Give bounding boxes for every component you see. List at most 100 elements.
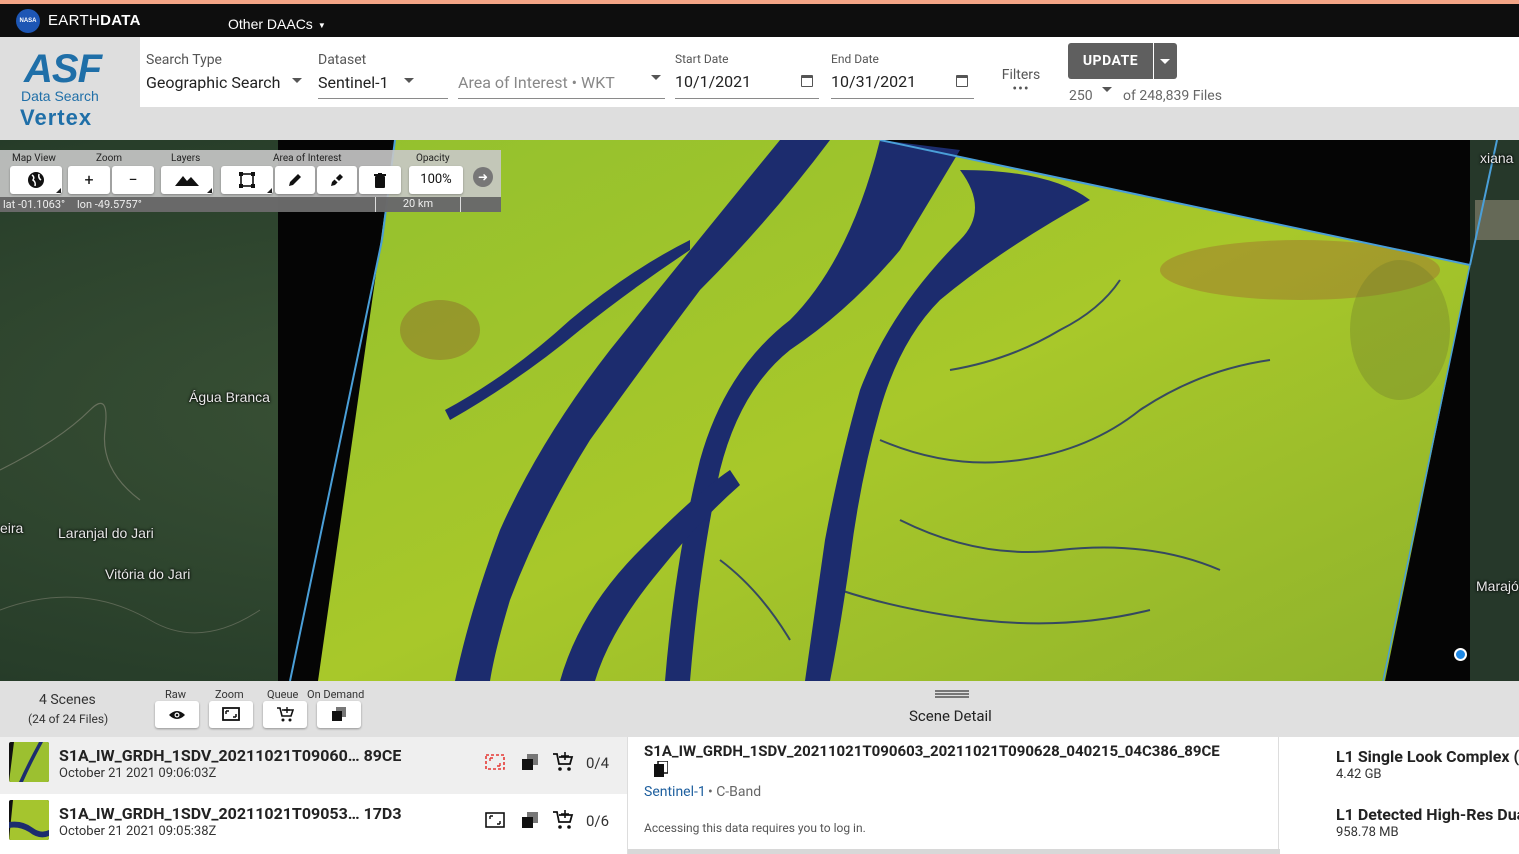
earthdata-title-plain: EARTH: [48, 12, 101, 29]
edit-off-icon: [329, 173, 345, 188]
zoom-out-button[interactable]: −: [112, 166, 154, 194]
asf-logo[interactable]: ASF Data Search Vertex: [0, 37, 140, 140]
caret-down-icon: ▼: [317, 20, 326, 30]
field-underline: [318, 98, 448, 99]
search-form: Search Type Geographic Search Dataset Se…: [140, 37, 1519, 107]
scene-count: 4 Scenes: [39, 692, 96, 708]
map-label-partial: xiana: [1480, 150, 1514, 166]
aoi-clear-edit-button[interactable]: [317, 166, 357, 194]
search-type-label: Search Type: [146, 52, 222, 68]
more-dots-icon: •••: [1012, 81, 1030, 97]
fit-bounds-icon: [222, 707, 240, 721]
queue-label: Queue: [267, 688, 299, 701]
on-demand-button[interactable]: [317, 701, 361, 728]
zoom-to-scene-icon[interactable]: [484, 809, 506, 831]
cart-add-icon: [277, 707, 295, 722]
eye-icon: [169, 711, 185, 719]
add-to-cart-icon[interactable]: [552, 809, 574, 831]
end-date-value: 10/31/2021: [831, 72, 917, 91]
raw-view-button[interactable]: [155, 701, 199, 728]
map-scale-bar: 20 km: [375, 197, 461, 212]
file-count: (24 of 24 Files): [28, 712, 109, 726]
trash-icon: [374, 173, 386, 188]
map-label-vitoria-do-jari: Vitória do Jari: [105, 566, 191, 582]
aoi-delete-button[interactable]: [359, 166, 401, 194]
start-date-label: Start Date: [675, 52, 729, 66]
copy-icon[interactable]: [654, 761, 668, 777]
scene-date: October 21 2021 09:05:38Z: [59, 824, 217, 839]
scene-detail-title: Scene Detail: [909, 707, 992, 725]
dropdown-arrow-icon: [651, 75, 661, 80]
update-options-dropdown[interactable]: [1154, 43, 1177, 79]
scene-thumbnail: [9, 742, 49, 782]
on-demand-scene-icon[interactable]: [519, 751, 541, 773]
scene-detail-header: Scene Detail: [627, 681, 1519, 737]
aoi-wkt-input[interactable]: Area of Interest • WKT: [458, 37, 665, 99]
scene-row[interactable]: S1A_IW_GRDH_1SDV_20211021T09060… 89CE Oc…: [0, 737, 627, 794]
band-label: • C-Band: [708, 784, 762, 800]
submenu-indicator-icon: [56, 188, 61, 193]
map-label-partial: eira: [0, 520, 24, 536]
map-view[interactable]: Água Branca Laranjal do Jari Vitória do …: [0, 140, 1519, 681]
update-button[interactable]: UPDATE: [1068, 43, 1153, 79]
submenu-indicator-icon: [267, 188, 272, 193]
app-header: ASF Data Search Vertex Search Type Geogr…: [0, 37, 1519, 140]
start-date-input[interactable]: Start Date 10/1/2021: [675, 37, 819, 99]
scene-detail-name: S1A_IW_GRDH_1SDV_20211021T090603_2021102…: [644, 742, 1220, 760]
on-demand-label: On Demand: [307, 688, 365, 701]
map-label-agua-branca: Água Branca: [189, 389, 270, 405]
mountains-icon: [175, 176, 199, 186]
queued-files-count: 0/4: [586, 754, 610, 772]
scene-name: S1A_IW_GRDH_1SDV_20211021T09053… 17D3: [59, 804, 402, 823]
scene-date: October 21 2021 09:06:03Z: [59, 766, 217, 781]
resize-handle-icon[interactable]: [935, 690, 969, 698]
scene-detail-panel: S1A_IW_GRDH_1SDV_20211021T090603_2021102…: [627, 737, 1280, 854]
other-daacs-menu[interactable]: Other DAACs ▼: [228, 16, 326, 32]
results-panel: 4 Scenes (24 of 24 Files) Raw Zoom Queue…: [0, 681, 1519, 854]
end-date-input[interactable]: End Date 10/31/2021: [831, 37, 974, 99]
calendar-icon[interactable]: [801, 75, 813, 87]
map-label-laranjal-do-jari: Laranjal do Jari: [58, 525, 154, 541]
queue-all-button[interactable]: [263, 701, 307, 728]
max-results-select[interactable]: 250: [1069, 88, 1093, 104]
other-daacs-label: Other DAACs: [228, 16, 313, 32]
map-view-button[interactable]: [10, 166, 62, 194]
field-underline: [831, 98, 974, 99]
dataset-select[interactable]: Dataset Sentinel-1: [318, 37, 448, 99]
zoom-in-button[interactable]: +: [68, 166, 110, 194]
zoom-to-scene-icon[interactable]: [484, 751, 506, 773]
coordinates-bar: lat -01.1063° lon -49.5757° 20 km: [0, 197, 501, 212]
collapse-toolbar-icon[interactable]: ➜: [473, 167, 493, 187]
scenes-header: 4 Scenes (24 of 24 Files) Raw Zoom Queue…: [0, 681, 627, 737]
nasa-logo[interactable]: NASA: [16, 9, 40, 33]
total-files-count: of 248,839 Files: [1123, 88, 1222, 104]
dropdown-arrow-icon[interactable]: [1102, 87, 1112, 92]
layers-button[interactable]: [161, 166, 213, 194]
map-location-marker[interactable]: [1454, 648, 1467, 661]
aoi-draw-box-button[interactable]: [221, 166, 273, 194]
aoi-edit-button[interactable]: [275, 166, 315, 194]
start-date-value: 10/1/2021: [675, 72, 752, 91]
zoom-label: Zoom: [215, 688, 244, 701]
zoom-group-label: Zoom: [96, 153, 123, 164]
platform-link[interactable]: Sentinel-1: [644, 784, 706, 800]
earthdata-title-bold: DATA: [100, 12, 141, 29]
detail-scrollbar[interactable]: [628, 849, 1280, 854]
filters-button[interactable]: Filters •••: [1000, 67, 1042, 97]
add-to-cart-icon[interactable]: [552, 751, 574, 773]
file-size: 958.78 MB: [1336, 825, 1399, 840]
file-name[interactable]: L1 Single Look Complex (: [1336, 747, 1519, 766]
search-type-select[interactable]: Search Type Geographic Search: [146, 37, 306, 99]
vertex-text: Vertex: [20, 105, 93, 130]
on-demand-scene-icon[interactable]: [519, 809, 541, 831]
scene-row[interactable]: S1A_IW_GRDH_1SDV_20211021T09053… 17D3 Oc…: [0, 795, 627, 852]
earthdata-bar: NASA EARTHDATA Other DAACs ▼: [0, 4, 1519, 37]
opacity-button[interactable]: 100%: [409, 166, 463, 194]
file-name[interactable]: L1 Detected High-Res Dua: [1336, 805, 1519, 824]
satellite-basemap: [0, 140, 1519, 681]
zoom-to-results-button[interactable]: [209, 701, 253, 728]
earthdata-title[interactable]: EARTHDATA: [48, 12, 141, 29]
longitude-readout: lon -49.5757°: [77, 198, 142, 211]
search-type-value: Geographic Search: [146, 73, 281, 92]
calendar-icon[interactable]: [956, 75, 968, 87]
